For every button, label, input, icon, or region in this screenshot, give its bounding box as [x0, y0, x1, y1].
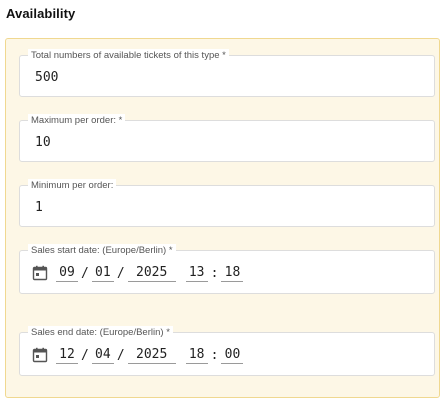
max-per-order-label: Maximum per order: *: [28, 114, 126, 127]
section-title: Availability: [6, 6, 76, 21]
date-separator: /: [116, 348, 125, 363]
sales-end-year[interactable]: 2025: [127, 346, 176, 364]
date-separator: /: [81, 266, 89, 281]
sales-end-label: Sales end date: (Europe/Berlin) *: [28, 326, 173, 339]
time-separator: :: [210, 266, 219, 281]
time-separator: :: [210, 348, 219, 363]
sales-end-field[interactable]: Sales end date: (Europe/Berlin) * 12 / 0…: [19, 326, 435, 376]
min-per-order-value[interactable]: 1: [35, 200, 43, 215]
sales-end-minute[interactable]: 00: [221, 346, 244, 364]
min-per-order-label: Minimum per order:: [28, 179, 117, 192]
total-tickets-field[interactable]: Total numbers of available tickets of th…: [19, 49, 435, 97]
sales-start-label: Sales start date: (Europe/Berlin) *: [28, 244, 176, 257]
sales-start-field[interactable]: Sales start date: (Europe/Berlin) * 09 /…: [19, 244, 435, 294]
sales-end-month[interactable]: 04: [91, 346, 114, 364]
sales-start-hour[interactable]: 13: [185, 264, 208, 282]
sales-start-day[interactable]: 09: [56, 264, 78, 282]
date-separator: /: [81, 348, 89, 363]
availability-panel: Total numbers of available tickets of th…: [5, 38, 440, 398]
total-tickets-value[interactable]: 500: [35, 70, 58, 85]
sales-start-datetime: 09 / 01 / 2025 13 : 18: [32, 264, 244, 282]
total-tickets-label: Total numbers of available tickets of th…: [28, 49, 229, 62]
sales-start-minute[interactable]: 18: [221, 264, 244, 282]
sales-end-day[interactable]: 12: [56, 346, 78, 364]
date-separator: /: [116, 266, 125, 281]
sales-end-datetime: 12 / 04 / 2025 18 : 00: [32, 346, 244, 364]
max-per-order-field[interactable]: Maximum per order: * 10: [19, 114, 435, 162]
sales-end-hour[interactable]: 18: [185, 346, 208, 364]
max-per-order-value[interactable]: 10: [35, 135, 51, 150]
sales-start-month[interactable]: 01: [91, 264, 114, 282]
calendar-icon[interactable]: [32, 347, 48, 363]
calendar-icon[interactable]: [32, 265, 48, 281]
min-per-order-field[interactable]: Minimum per order: 1: [19, 179, 435, 227]
sales-start-year[interactable]: 2025: [127, 264, 176, 282]
